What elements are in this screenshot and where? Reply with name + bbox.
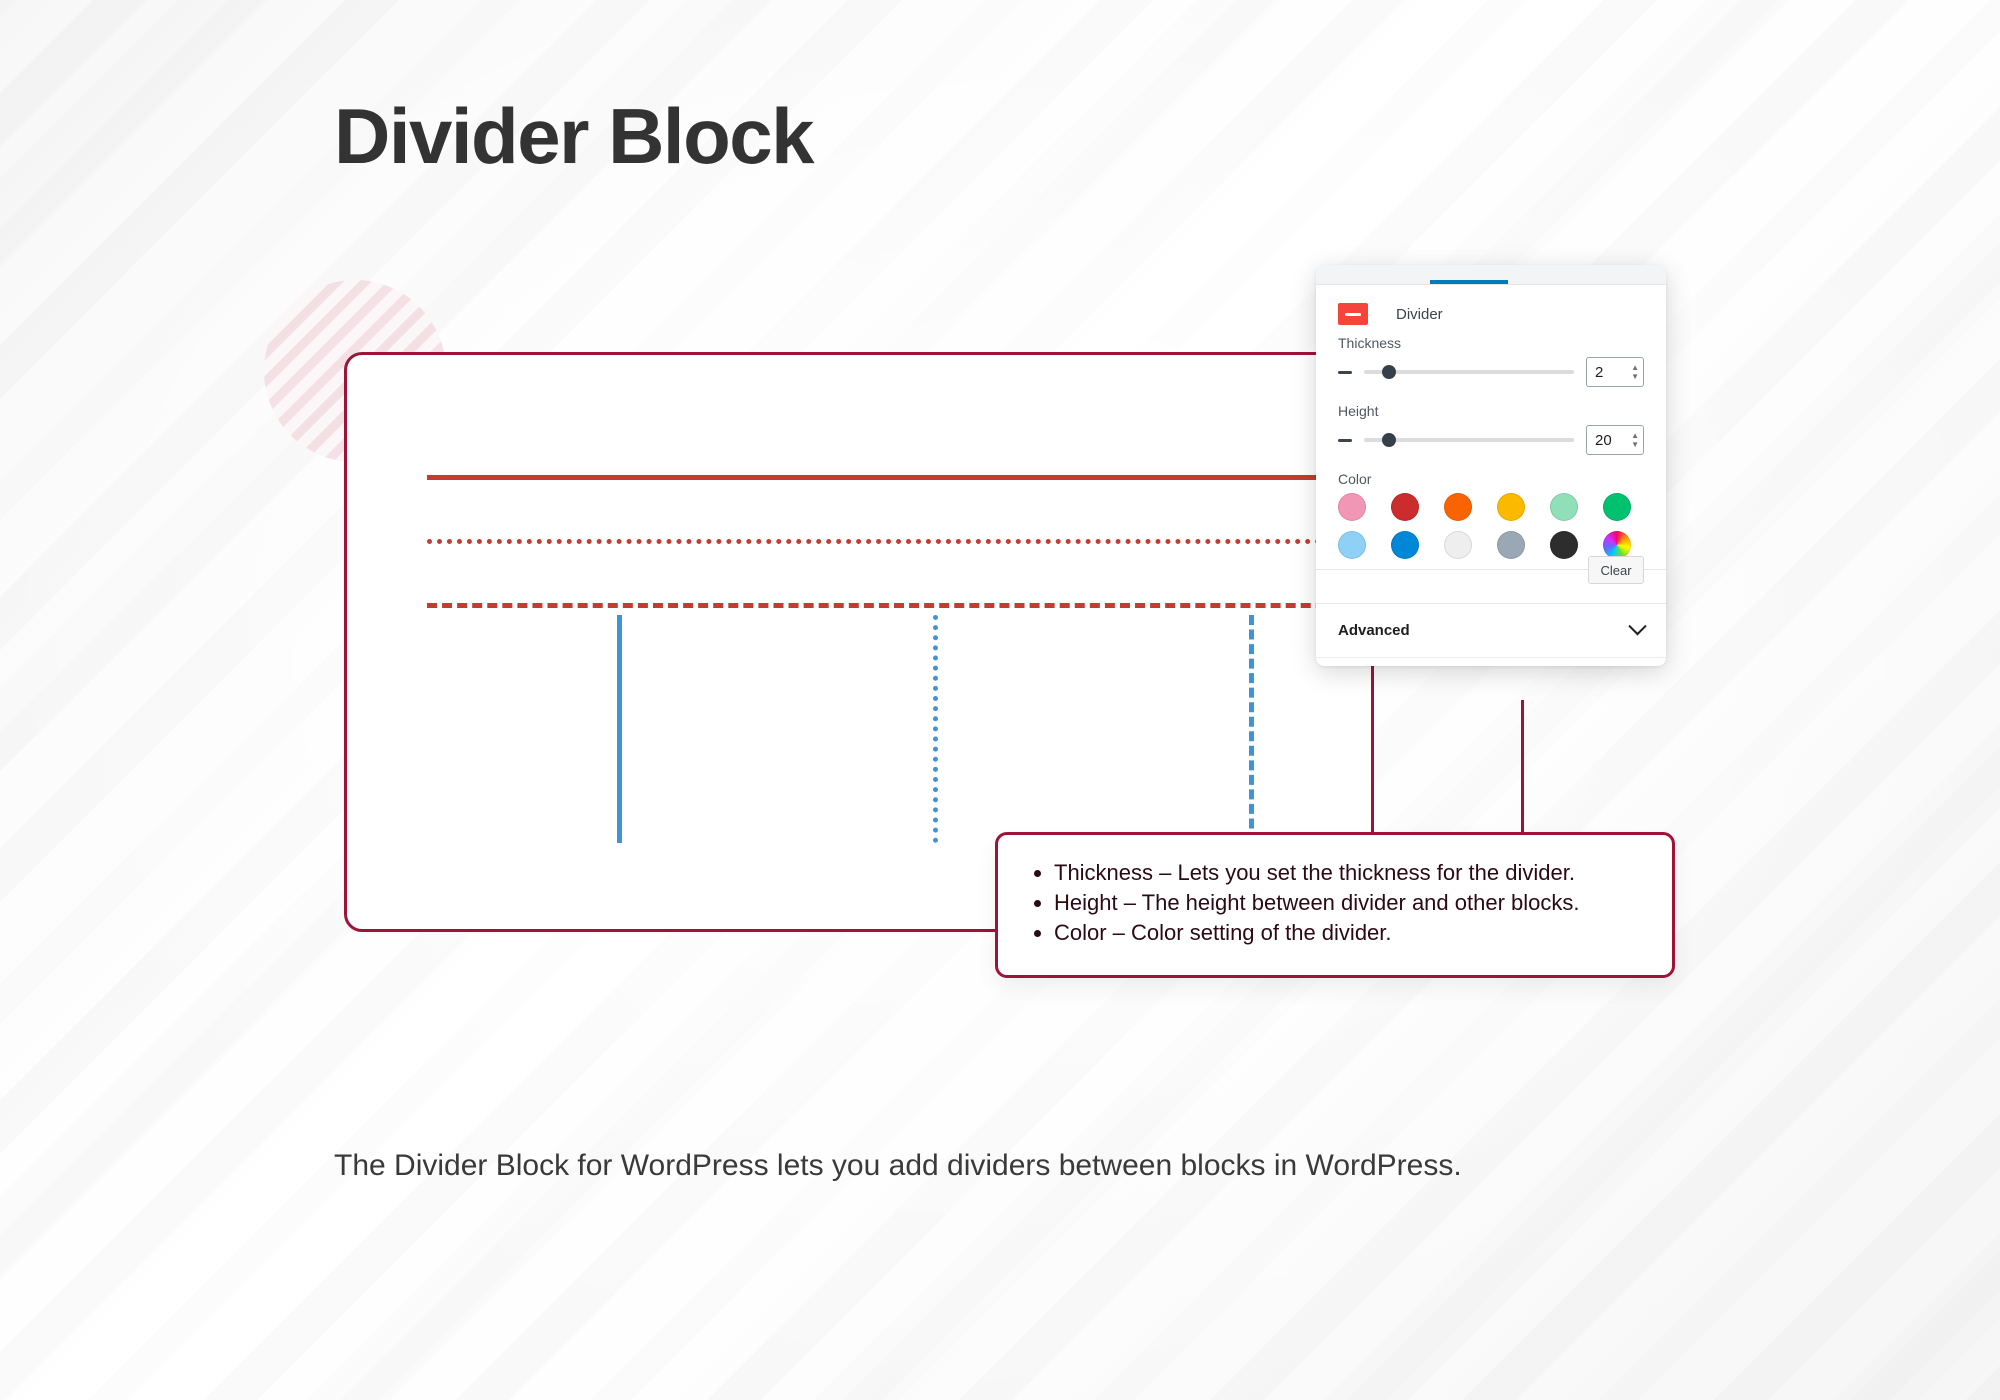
callout-list-item: Color – Color setting of the divider. — [1054, 919, 1642, 947]
vertical-divider-dashed — [1249, 615, 1254, 843]
active-tab-indicator — [1430, 280, 1508, 284]
height-slider-thumb[interactable] — [1382, 433, 1397, 447]
color-swatch-amber[interactable] — [1497, 493, 1525, 521]
panel-bottom-rule — [1316, 657, 1666, 666]
divider-block-icon — [1338, 303, 1368, 325]
thickness-control-row: 2 ▲ ▼ — [1338, 355, 1644, 389]
color-swatch-color-wheel[interactable] — [1603, 531, 1631, 559]
advanced-label: Advanced — [1338, 622, 1410, 639]
color-swatch-red[interactable] — [1391, 493, 1419, 521]
callout-list-item: Thickness – Lets you set the thickness f… — [1054, 859, 1642, 887]
clear-row: Clear — [1316, 556, 1666, 603]
thickness-value: 2 — [1595, 363, 1604, 381]
block-name-label: Divider — [1396, 305, 1443, 323]
page-description: The Divider Block for WordPress lets you… — [334, 1149, 1462, 1182]
block-title-row: Divider — [1338, 303, 1644, 325]
thickness-stepper[interactable]: ▲ ▼ — [1631, 363, 1639, 380]
height-label: Height — [1338, 403, 1379, 419]
chevron-down-icon[interactable] — [1628, 617, 1647, 636]
divider-icon-bar — [1345, 312, 1361, 316]
feature-callout-box: Thickness – Lets you set the thickness f… — [995, 832, 1675, 978]
thickness-label: Thickness — [1338, 335, 1402, 351]
height-control-row: 20 ▲ ▼ — [1338, 423, 1644, 457]
block-settings-panel: Divider Thickness 2 ▲ ▼ Height 20 ▲ ▼ Co… — [1316, 265, 1666, 666]
color-swatch-grid — [1338, 493, 1644, 559]
height-slider[interactable] — [1364, 433, 1574, 447]
vertical-divider-dotted — [933, 615, 938, 843]
color-label: Color — [1338, 471, 1372, 487]
height-value: 20 — [1595, 431, 1612, 449]
color-swatch-white[interactable] — [1444, 531, 1472, 559]
color-swatch-slate-gray[interactable] — [1497, 531, 1525, 559]
page-title: Divider Block — [334, 92, 815, 180]
height-stepper[interactable]: ▲ ▼ — [1631, 431, 1639, 448]
color-swatch-orange[interactable] — [1444, 493, 1472, 521]
callout-connector-line — [1521, 700, 1524, 838]
advanced-section-header[interactable]: Advanced — [1316, 603, 1666, 657]
color-swatch-pink[interactable] — [1338, 493, 1366, 521]
horizontal-divider-dotted — [427, 539, 1371, 544]
panel-body: Divider Thickness 2 ▲ ▼ Height 20 ▲ ▼ Co… — [1316, 285, 1666, 603]
color-swatch-light-blue[interactable] — [1338, 531, 1366, 559]
thickness-slider-thumb[interactable] — [1382, 365, 1397, 379]
color-swatch-mint[interactable] — [1550, 493, 1578, 521]
thickness-number-input[interactable]: 2 ▲ ▼ — [1586, 357, 1644, 387]
minus-icon[interactable] — [1338, 370, 1352, 374]
minus-icon[interactable] — [1338, 438, 1352, 442]
height-number-input[interactable]: 20 ▲ ▼ — [1586, 425, 1644, 455]
color-swatch-near-black[interactable] — [1550, 531, 1578, 559]
vertical-divider-solid — [617, 615, 622, 843]
clear-color-button[interactable]: Clear — [1588, 556, 1644, 584]
panel-tab-bar[interactable] — [1316, 265, 1666, 285]
callout-list-item: Height – The height between divider and … — [1054, 889, 1642, 917]
color-swatch-emerald[interactable] — [1603, 493, 1631, 521]
callout-list: Thickness – Lets you set the thickness f… — [1054, 859, 1642, 947]
thickness-slider[interactable] — [1364, 365, 1574, 379]
horizontal-divider-solid — [427, 475, 1371, 480]
horizontal-divider-dashed — [427, 603, 1371, 608]
color-swatch-blue[interactable] — [1391, 531, 1419, 559]
